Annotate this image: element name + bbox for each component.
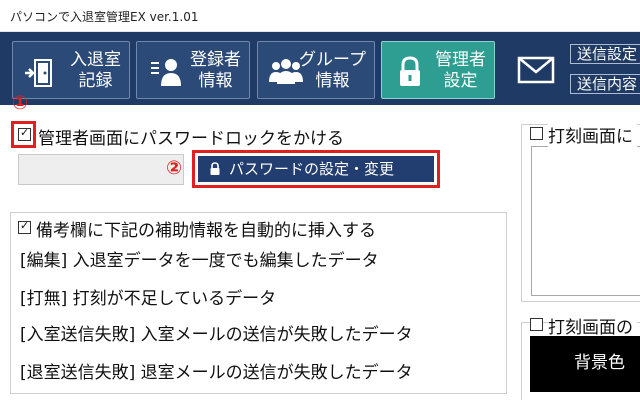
- registrant-info-button[interactable]: 登録者 情報: [136, 41, 250, 99]
- main-toolbar: 入退室 記録 登録者 情報 グループ 情報 管理者 設定 送信設定 送信内容: [0, 32, 640, 105]
- password-setting-button[interactable]: パスワードの設定・変更: [198, 156, 434, 182]
- notes-auto-insert-checkbox[interactable]: [18, 219, 31, 234]
- background-color-label: 背景色: [574, 353, 625, 373]
- password-display-field: [18, 154, 184, 185]
- background-color-button[interactable]: 背景色: [530, 336, 640, 392]
- title-bar: パソコンで入退室管理EX ver.1.01: [0, 0, 640, 32]
- mail-icon: [517, 56, 555, 84]
- button-label: グループ: [299, 50, 366, 70]
- stamp-screen-top-checkbox[interactable]: [530, 127, 543, 140]
- button-label: 登録者: [190, 50, 241, 70]
- button-label: 管理者: [435, 50, 486, 70]
- stamp-screen-bottom-label: 打刻画面の: [548, 313, 637, 338]
- send-settings-button[interactable]: 送信設定: [570, 44, 640, 64]
- window-title: パソコンで入退室管理EX ver.1.01: [10, 10, 199, 24]
- button-label: 設定: [443, 71, 478, 91]
- button-label: 情報: [198, 71, 233, 91]
- door-exit-icon: [25, 59, 52, 87]
- stamp-screen-preview-box: [531, 146, 640, 296]
- button-label: 記録: [78, 71, 113, 91]
- notes-item: [入室送信失敗] 入室メールの送信が失敗したデータ: [20, 325, 413, 345]
- entry-exit-record-button[interactable]: 入退室 記録: [12, 41, 130, 99]
- stamp-screen-bottom-checkbox[interactable]: [530, 318, 543, 331]
- notes-auto-insert-label: 備考欄に下記の補助情報を自動的に挿入する: [36, 221, 376, 241]
- admin-lock-checkbox[interactable]: [18, 126, 31, 141]
- stamp-screen-top-label: 打刻画面に: [548, 122, 637, 147]
- annotation-marker-2: ②: [166, 157, 183, 179]
- notes-item: [編集] 入退室データを一度でも編集したデータ: [20, 251, 379, 271]
- group-info-button[interactable]: グループ 情報: [257, 41, 375, 99]
- password-button-label: パスワードの設定・変更: [229, 160, 395, 178]
- button-label: 入退室: [70, 50, 121, 70]
- send-content-button[interactable]: 送信内容: [570, 74, 640, 94]
- lock-icon: [400, 56, 420, 86]
- button-label: 情報: [315, 71, 350, 91]
- admin-lock-label: 管理者画面にパスワードロックをかける: [38, 129, 344, 149]
- lock-icon: [210, 162, 220, 175]
- notes-item: [退室送信失敗] 退室メールの送信が失敗したデータ: [20, 363, 413, 383]
- admin-settings-button[interactable]: 管理者 設定: [381, 41, 495, 99]
- notes-item: [打無] 打刻が不足しているデータ: [20, 289, 277, 309]
- annotation-marker-1: ①: [12, 92, 29, 114]
- user-list-icon: [151, 59, 181, 86]
